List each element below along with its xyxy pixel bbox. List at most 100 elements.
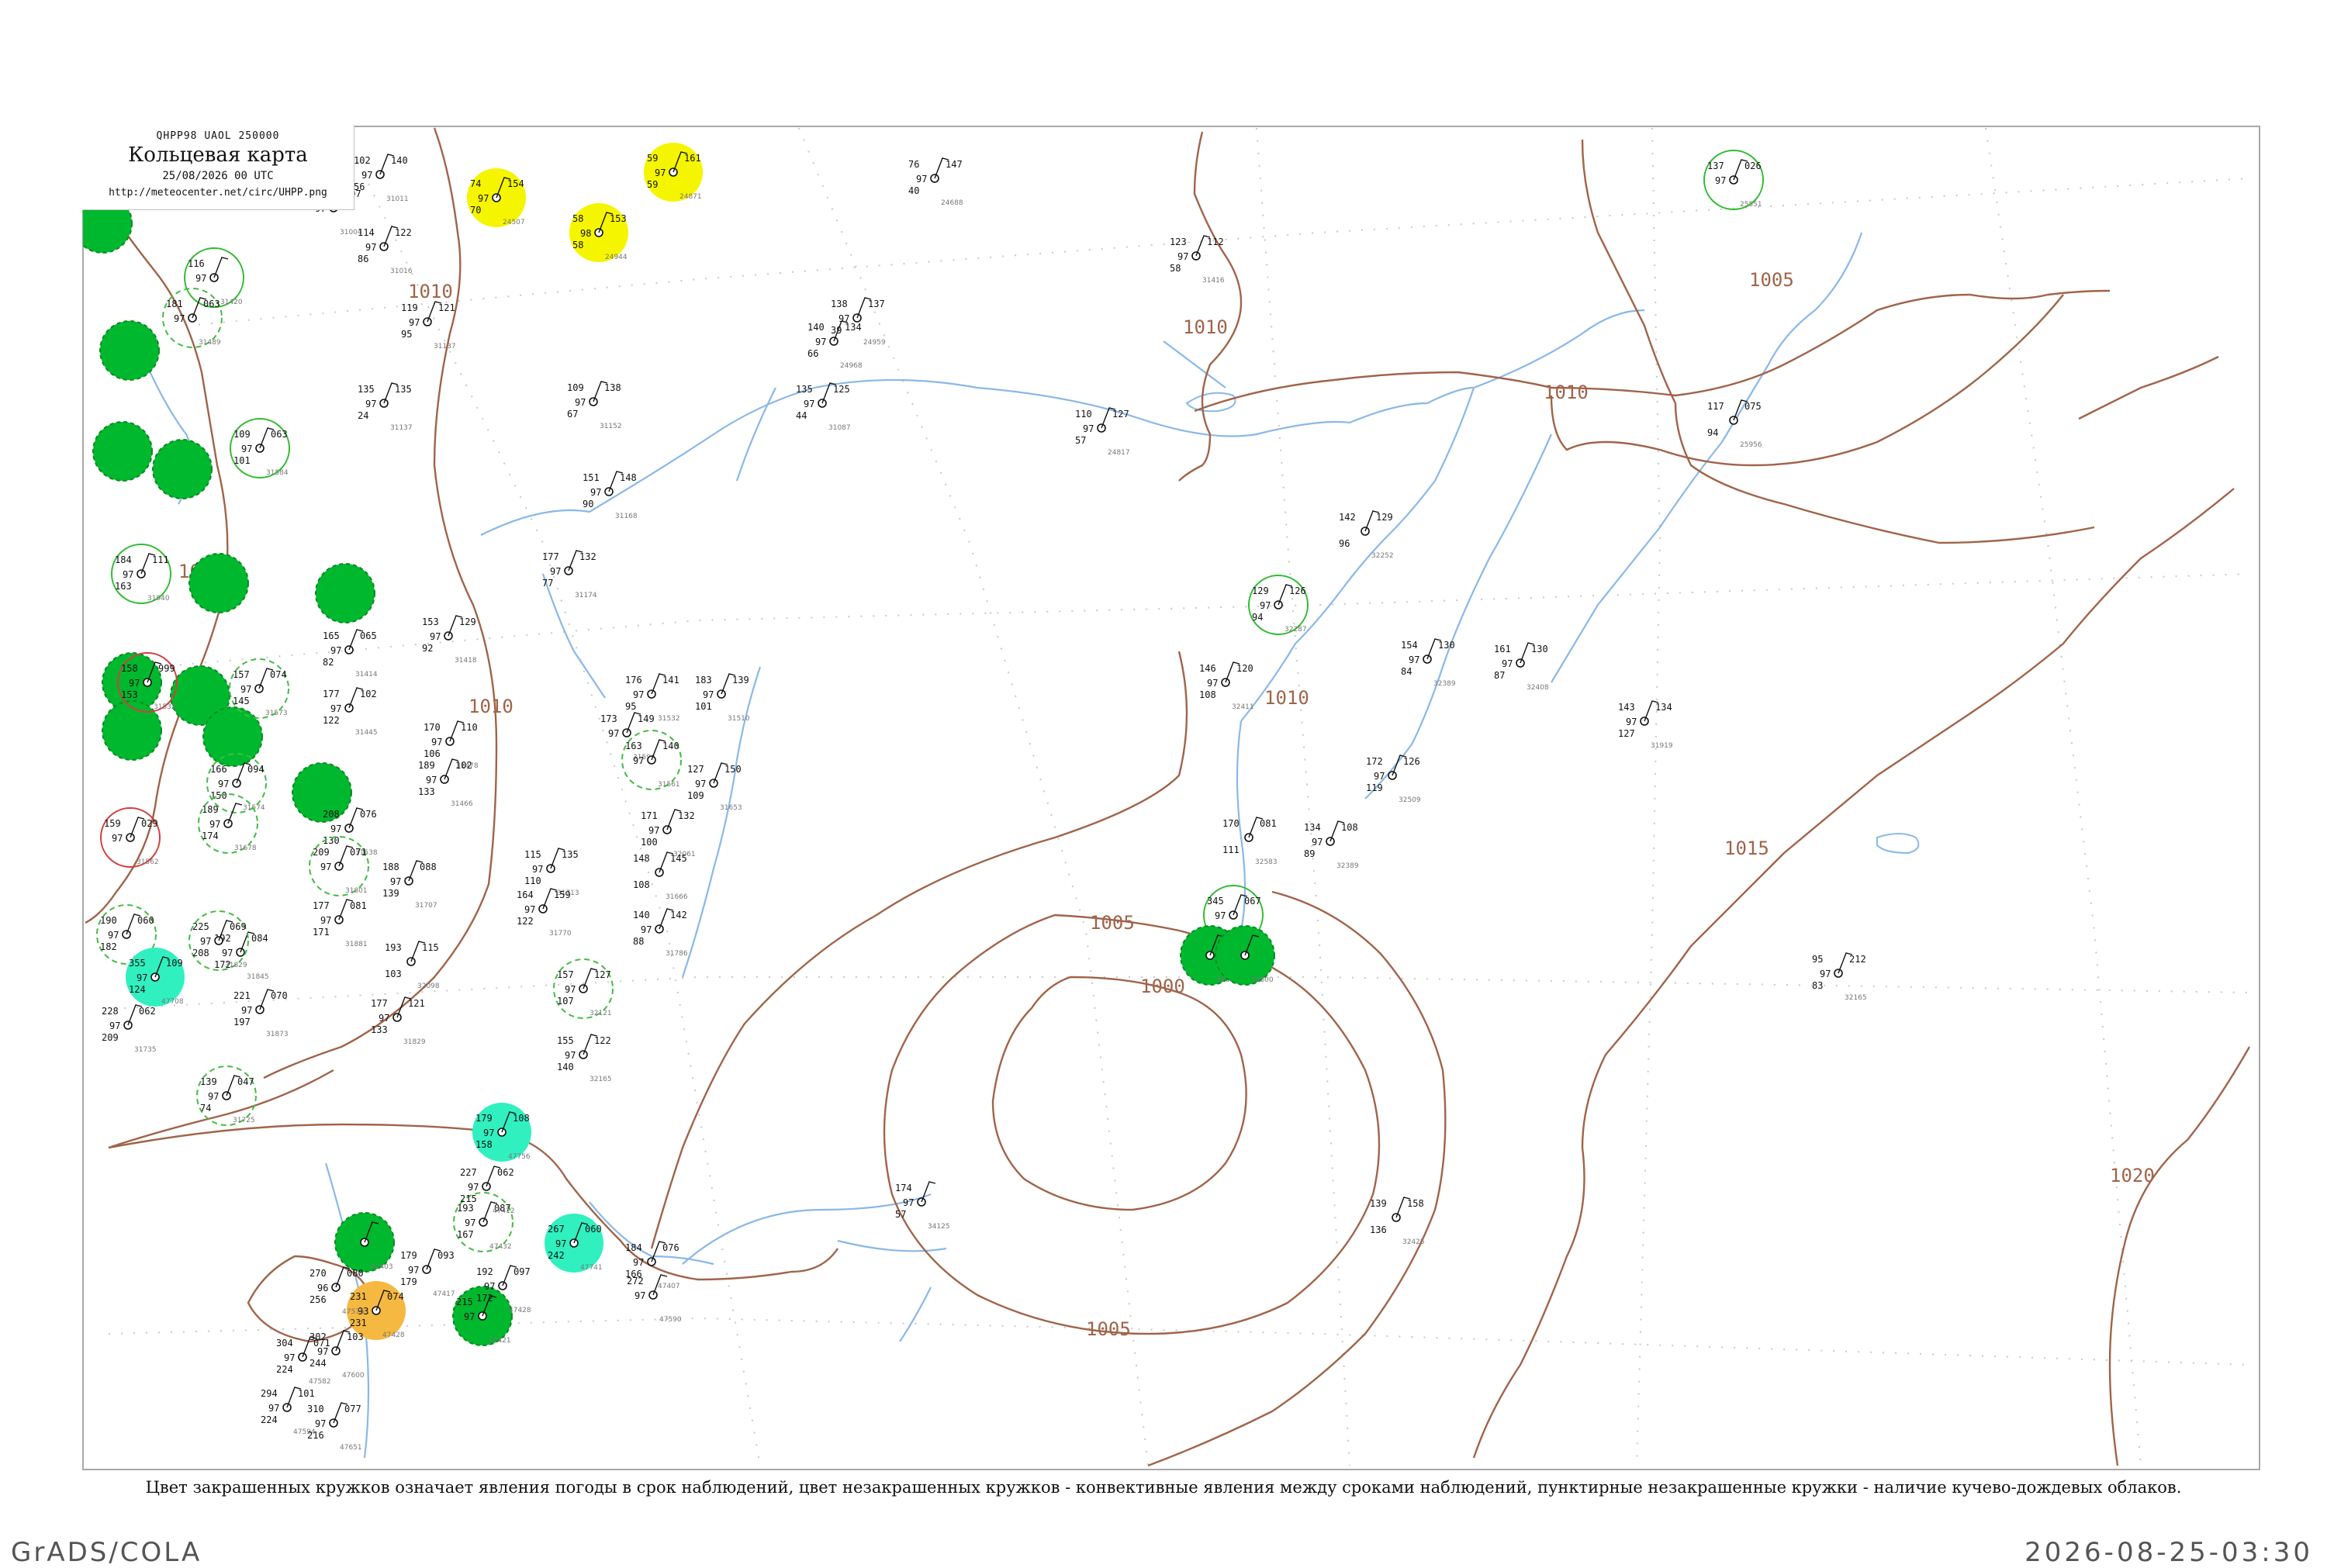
- station-id: 31584: [266, 469, 289, 477]
- pressure-value: 999: [158, 663, 175, 674]
- station-id: 31561: [658, 781, 680, 789]
- isobar-label: 1005: [1749, 269, 1794, 291]
- station-id: 31562: [137, 858, 159, 866]
- temperature-value: 161: [1494, 644, 1511, 654]
- source-url[interactable]: http://meteocenter.net/circ/UHPP.png: [82, 187, 354, 199]
- station-id: 31420: [220, 299, 243, 306]
- dewpoint-value: 133: [371, 1024, 388, 1035]
- visibility-value: 97: [284, 1352, 295, 1363]
- station-id: 31532: [154, 703, 176, 711]
- station-id: 32165: [1845, 994, 1867, 1002]
- dewpoint-value: 70: [470, 205, 481, 216]
- station-plot: 59 161975924871: [644, 143, 703, 202]
- visibility-value: 97: [426, 775, 437, 786]
- dewpoint-value: 127: [1618, 728, 1635, 739]
- station-id: 47421: [489, 1337, 511, 1345]
- visibility-value: 97: [240, 684, 251, 695]
- station-plot: 159 029 97 31562: [100, 807, 161, 868]
- pressure-value: 076: [360, 809, 377, 820]
- temperature-value: 166: [210, 764, 227, 775]
- dewpoint-value: 96: [1339, 538, 1350, 549]
- dewpoint-value: 88: [633, 936, 644, 947]
- pressure-value: 088: [420, 862, 437, 872]
- pressure-value: 062: [497, 1167, 514, 1178]
- visibility-value: 97: [633, 1257, 644, 1268]
- visibility-value: 97: [575, 397, 586, 408]
- station-id: 31174: [575, 592, 597, 599]
- temperature-value: 127: [687, 764, 704, 775]
- dewpoint-value: 208: [192, 948, 209, 958]
- pressure-value: 108: [1341, 822, 1358, 833]
- station-id: 32425: [1402, 1238, 1425, 1246]
- dewpoint-value: 106: [424, 748, 441, 759]
- temperature-value: 170: [424, 722, 441, 733]
- station-plot: 47403: [334, 1212, 395, 1273]
- temperature-value: 176: [625, 675, 642, 686]
- dewpoint-value: 66: [807, 348, 818, 359]
- pressure-value: 127: [594, 969, 611, 980]
- station-id: 31786: [666, 950, 688, 958]
- synoptic-map: 1010 1010 1005 1010 1010 1010 1015 1005 …: [83, 127, 2251, 1467]
- dewpoint-value: 92: [422, 643, 433, 654]
- dewpoint-value: 90: [583, 499, 593, 509]
- pressure-value: 108: [513, 1113, 530, 1124]
- temperature-value: 215: [456, 1297, 473, 1307]
- temperature-value: 59: [647, 153, 658, 164]
- station-id: 31678: [234, 844, 257, 852]
- pressure-value: 112: [1207, 237, 1224, 247]
- pressure-value: 122: [395, 227, 412, 238]
- pressure-value: 065: [360, 630, 377, 641]
- station-plot: 183 139 97101 31510: [695, 673, 750, 723]
- pressure-value: 141: [662, 675, 679, 686]
- temperature-value: 170: [1222, 818, 1240, 829]
- pressure-value: 103: [347, 1331, 364, 1342]
- station-id: 31416: [1202, 277, 1225, 285]
- visibility-value: 97: [465, 1217, 475, 1228]
- station-plot: 134 108 9789 32389: [1304, 820, 1359, 870]
- visibility-value: 97: [241, 1005, 252, 1016]
- station-plot: 355 109 97124 47708: [126, 948, 185, 1007]
- station-id: 32389: [1336, 862, 1359, 870]
- station-plot: 143 134 97127 31919: [1618, 700, 1673, 750]
- station-plot: 142 129 96 32252: [1339, 510, 1394, 560]
- dewpoint-value: 84: [1401, 666, 1412, 677]
- isobar-labels: 1010 1010 1005 1010 1010 1010 1015 1005 …: [178, 269, 2155, 1340]
- stations-layer: 74 15497702450759 16197592487158 1539858249…: [83, 143, 1867, 1452]
- temperature-value: 95: [1812, 954, 1823, 965]
- dewpoint-value: 67: [567, 409, 578, 420]
- station-id: 31873: [266, 1031, 289, 1038]
- station-plot: 117 075 94 25956: [1707, 399, 1762, 449]
- isobar-label: 1020: [2110, 1165, 2155, 1186]
- visibility-value: 97: [804, 399, 814, 409]
- station-id: 31707: [415, 902, 437, 910]
- station-plot: 177 132 9777 31174: [542, 550, 597, 599]
- pressure-value: 074: [387, 1291, 404, 1302]
- station-id: 24507: [503, 219, 525, 226]
- temperature-value: 302: [309, 1331, 327, 1342]
- pressure-value: 115: [422, 942, 439, 953]
- station-id: 32389: [1433, 680, 1456, 688]
- visibility-value: 97: [1374, 771, 1385, 782]
- temperature-value: 177: [313, 900, 330, 911]
- temperature-value: 137: [1707, 161, 1724, 171]
- pressure-value: 077: [344, 1404, 361, 1414]
- visibility-value: 97: [174, 313, 185, 324]
- visibility-value: 97: [815, 337, 826, 347]
- dewpoint-value: 231: [350, 1318, 367, 1328]
- visibility-value: 97: [703, 689, 714, 700]
- dewpoint-value: 163: [115, 581, 132, 592]
- station-id: 31725: [233, 1117, 255, 1124]
- visibility-value: 97: [590, 487, 601, 498]
- pressure-value: 159: [554, 889, 571, 900]
- visibility-value: 97: [524, 904, 535, 915]
- pressure-value: 129: [1376, 512, 1393, 523]
- dewpoint-value: 256: [309, 1294, 327, 1305]
- pressure-value: 130: [1438, 640, 1455, 651]
- dewpoint-value: 139: [382, 888, 399, 899]
- station-id: 47708: [161, 998, 184, 1006]
- dewpoint-value: 174: [202, 831, 219, 841]
- dewpoint-value: 224: [276, 1364, 293, 1375]
- pressure-value: 075: [1744, 401, 1762, 412]
- station-id: 31445: [355, 729, 378, 737]
- map-title: Кольцевая карта: [128, 143, 308, 167]
